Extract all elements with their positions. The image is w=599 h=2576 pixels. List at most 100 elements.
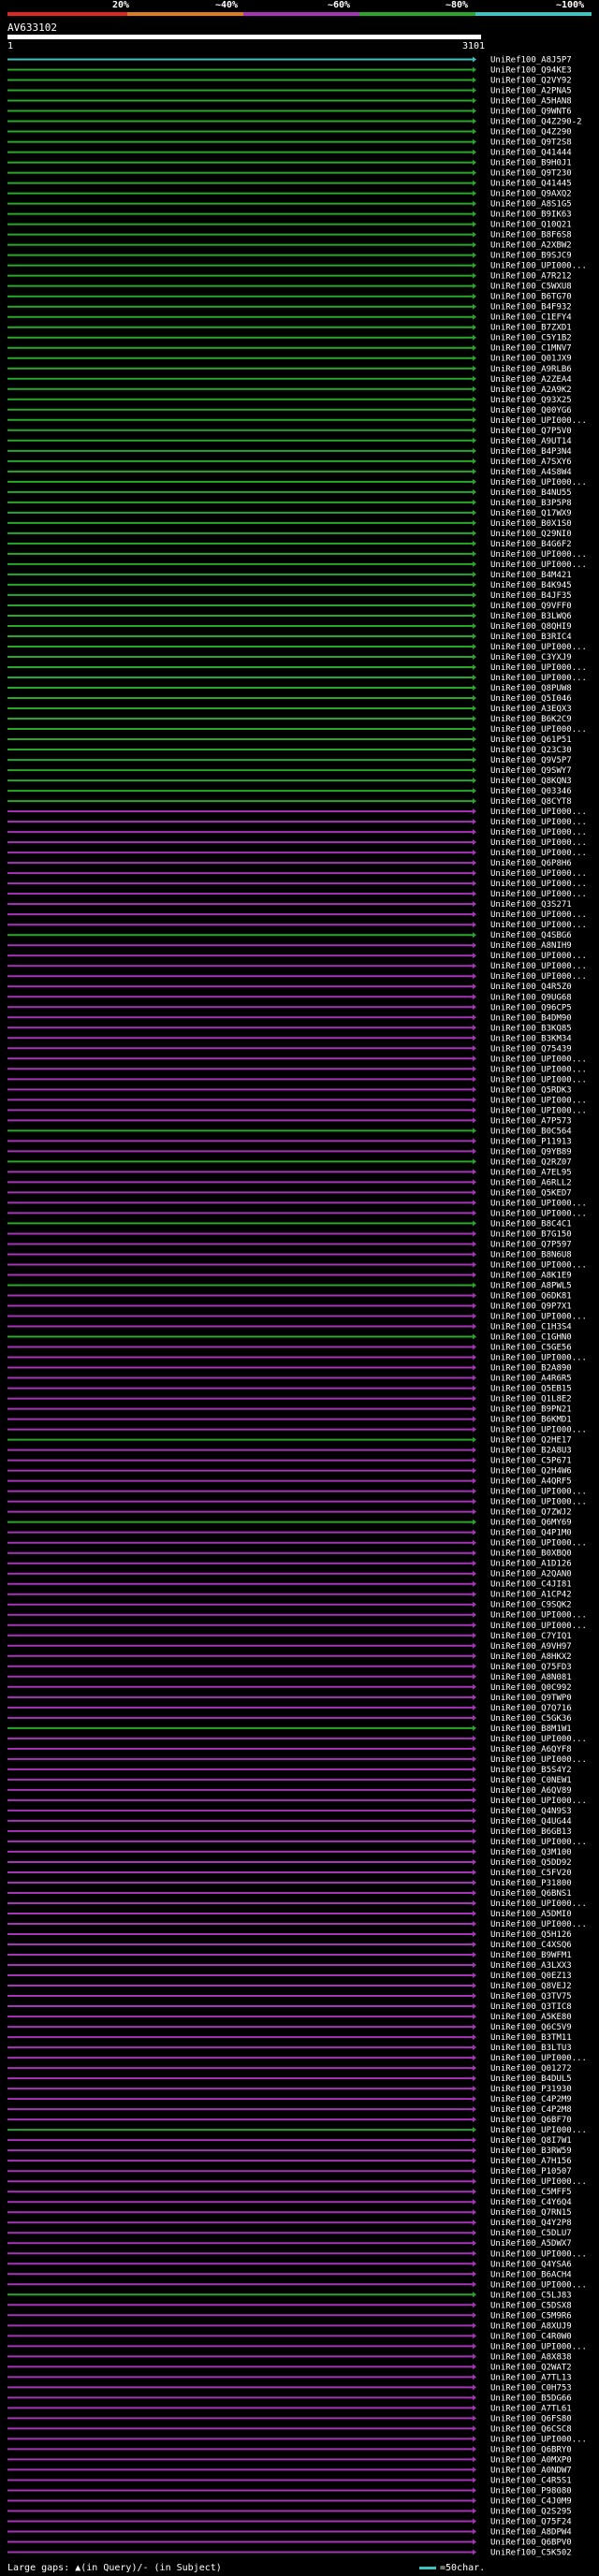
hit-label[interactable]: UniRef100_B3P5P8	[490, 499, 572, 508]
hit-label[interactable]: UniRef100_UPI000...	[490, 1209, 587, 1218]
hit-label[interactable]: UniRef100_B4DUL5	[490, 2074, 572, 2084]
hit-label[interactable]: UniRef100_B8N6U8	[490, 1250, 572, 1259]
hit-label[interactable]: UniRef100_Q61P51	[490, 735, 572, 745]
hit-label[interactable]: UniRef100_B9SJC9	[490, 252, 572, 261]
hit-label[interactable]: UniRef100_Q9V5P7	[490, 756, 572, 765]
hit-label[interactable]: UniRef100_B6ACH4	[490, 2270, 572, 2279]
hit-label[interactable]: UniRef100_UPI000...	[490, 2249, 587, 2259]
hit-label[interactable]: UniRef100_A1CP42	[490, 1591, 572, 1600]
hit-label[interactable]: UniRef100_Q2VY92	[490, 77, 572, 86]
hit-label[interactable]: UniRef100_UPI000...	[490, 2280, 587, 2290]
hit-label[interactable]: UniRef100_Q7P597	[490, 1240, 572, 1249]
hit-label[interactable]: UniRef100_Q6BF70	[490, 2116, 572, 2125]
hit-label[interactable]: UniRef100_Q5KED7	[490, 1188, 572, 1198]
hit-label[interactable]: UniRef100_Q7P5V0	[490, 427, 572, 436]
hit-label[interactable]: UniRef100_B8M1W1	[490, 1725, 572, 1734]
hit-label[interactable]: UniRef100_C3YXJ9	[490, 653, 572, 662]
hit-label[interactable]: UniRef100_Q9YB89	[490, 1147, 572, 1157]
hit-label[interactable]: UniRef100_B7ZXD1	[490, 324, 572, 333]
hit-label[interactable]: UniRef100_Q96CP5	[490, 1003, 572, 1012]
hit-label[interactable]: UniRef100_UPI000...	[490, 1755, 587, 1765]
hit-label[interactable]: UniRef100_UPI000...	[490, 2177, 587, 2187]
hit-label[interactable]: UniRef100_B5DG66	[490, 2394, 572, 2403]
hit-label[interactable]: UniRef100_A0MXP0	[490, 2455, 572, 2465]
hit-label[interactable]: UniRef100_A7R212	[490, 272, 572, 282]
hit-label[interactable]: UniRef100_Q8KQN3	[490, 777, 572, 786]
hit-label[interactable]: UniRef100_UPI000...	[490, 1199, 587, 1208]
hit-label[interactable]: UniRef100_C5GE56	[490, 1344, 572, 1353]
hit-label[interactable]: UniRef100_UPI000...	[490, 2435, 587, 2444]
hit-label[interactable]: UniRef100_UPI000...	[490, 849, 587, 858]
hit-label[interactable]: UniRef100_A7SXY6	[490, 458, 572, 467]
hit-label[interactable]: UniRef100_C5DSX8	[490, 2301, 572, 2310]
hit-label[interactable]: UniRef100_Q7Q716	[490, 1704, 572, 1713]
hit-label[interactable]: UniRef100_A5KE80	[490, 2013, 572, 2022]
hit-label[interactable]: UniRef100_Q3S271	[490, 900, 572, 910]
hit-label[interactable]: UniRef100_C9SQK2	[490, 1601, 572, 1610]
hit-label[interactable]: UniRef100_UPI000...	[490, 921, 587, 930]
hit-label[interactable]: UniRef100_C4P2M8	[490, 2105, 572, 2115]
hit-label[interactable]: UniRef100_C1H3S4	[490, 1323, 572, 1332]
hit-label[interactable]: UniRef100_UPI000...	[490, 1488, 587, 1497]
hit-label[interactable]: UniRef100_B5S4Y2	[490, 1766, 572, 1775]
hit-label[interactable]: UniRef100_A7TL61	[490, 2404, 572, 2413]
hit-label[interactable]: UniRef100_B0XBQ0	[490, 1550, 572, 1559]
hit-label[interactable]: UniRef100_A0NDW7	[490, 2466, 572, 2475]
hit-label[interactable]: UniRef100_Q17WX9	[490, 509, 572, 518]
hit-label[interactable]: UniRef100_UPI000...	[490, 1838, 587, 1847]
hit-label[interactable]: UniRef100_UPI000...	[490, 1498, 587, 1507]
hit-label[interactable]: UniRef100_A1D126	[490, 1560, 572, 1569]
hit-label[interactable]: UniRef100_A5DWX7	[490, 2239, 572, 2249]
hit-label[interactable]: UniRef100_Q6DK81	[490, 1291, 572, 1301]
hit-label[interactable]: UniRef100_C4J0M9	[490, 2496, 572, 2506]
hit-label[interactable]: UniRef100_A8S1G5	[490, 200, 572, 210]
hit-label[interactable]: UniRef100_Q6BPV0	[490, 2538, 572, 2547]
hit-label[interactable]: UniRef100_B3KM34	[490, 1034, 572, 1043]
hit-label[interactable]: UniRef100_Q4P1M0	[490, 1529, 572, 1538]
hit-label[interactable]: UniRef100_UPI000...	[490, 1539, 587, 1549]
hit-label[interactable]: UniRef100_Q94KE3	[490, 66, 572, 76]
hit-label[interactable]: UniRef100_Q2HE17	[490, 1436, 572, 1446]
hit-label[interactable]: UniRef100_B4F932	[490, 303, 572, 313]
hit-label[interactable]: UniRef100_C0NEW1	[490, 1776, 572, 1785]
hit-label[interactable]: UniRef100_Q4R5Z0	[490, 982, 572, 992]
hit-label[interactable]: UniRef100_UPI000...	[490, 262, 587, 271]
hit-label[interactable]: UniRef100_Q3TV75	[490, 1992, 572, 2001]
hit-label[interactable]: UniRef100_Q5I046	[490, 694, 572, 704]
hit-label[interactable]: UniRef100_A8XUJ9	[490, 2321, 572, 2331]
hit-label[interactable]: UniRef100_UPI000...	[490, 1797, 587, 1806]
hit-label[interactable]: UniRef100_Q5RDK3	[490, 1085, 572, 1095]
hit-label[interactable]: UniRef100_C5MFF5	[490, 2188, 572, 2197]
hit-label[interactable]: UniRef100_B9H0J1	[490, 159, 572, 168]
hit-label[interactable]: UniRef100_B3TM11	[490, 2033, 572, 2043]
hit-label[interactable]: UniRef100_Q01272	[490, 2064, 572, 2074]
hit-label[interactable]: UniRef100_Q6BNS1	[490, 1889, 572, 1899]
hit-label[interactable]: UniRef100_Q41445	[490, 180, 572, 189]
hit-label[interactable]: UniRef100_UPI000...	[490, 1055, 587, 1064]
hit-label[interactable]: UniRef100_C5DLU7	[490, 2229, 572, 2238]
hit-label[interactable]: UniRef100_Q4Z290-2	[490, 118, 582, 127]
hit-label[interactable]: UniRef100_C4JI81	[490, 1580, 572, 1590]
hit-label[interactable]: UniRef100_Q23C30	[490, 746, 572, 755]
hit-label[interactable]: UniRef100_Q75FD3	[490, 1663, 572, 1672]
hit-label[interactable]: UniRef100_A8N081	[490, 1673, 572, 1682]
hit-label[interactable]: UniRef100_B7G150	[490, 1230, 572, 1239]
hit-label[interactable]: UniRef100_B4NU55	[490, 488, 572, 498]
hit-label[interactable]: UniRef100_C0H753	[490, 2383, 572, 2393]
hit-label[interactable]: UniRef100_A5DMI0	[490, 1910, 572, 1919]
hit-label[interactable]: UniRef100_B4JF35	[490, 591, 572, 601]
hit-label[interactable]: UniRef100_A7EL95	[490, 1168, 572, 1177]
hit-label[interactable]: UniRef100_Q00YG6	[490, 406, 572, 415]
hit-label[interactable]: UniRef100_A6QYF8	[490, 1745, 572, 1754]
hit-label[interactable]: UniRef100_B2A890	[490, 1364, 572, 1374]
hit-label[interactable]: UniRef100_Q9AXQ2	[490, 190, 572, 199]
hit-label[interactable]: UniRef100_UPI000...	[490, 550, 587, 560]
hit-label[interactable]: UniRef100_UPI000...	[490, 952, 587, 961]
hit-label[interactable]: UniRef100_UPI000...	[490, 2054, 587, 2063]
hit-label[interactable]: UniRef100_Q2RZ07	[490, 1157, 572, 1167]
hit-label[interactable]: UniRef100_Q2H4W6	[490, 1467, 572, 1477]
hit-label[interactable]: UniRef100_Q8CYT8	[490, 797, 572, 807]
hit-label[interactable]: UniRef100_UPI000...	[490, 1096, 587, 1105]
hit-label[interactable]: UniRef100_UPI000...	[490, 1611, 587, 1621]
hit-label[interactable]: UniRef100_Q9UG68	[490, 993, 572, 1002]
